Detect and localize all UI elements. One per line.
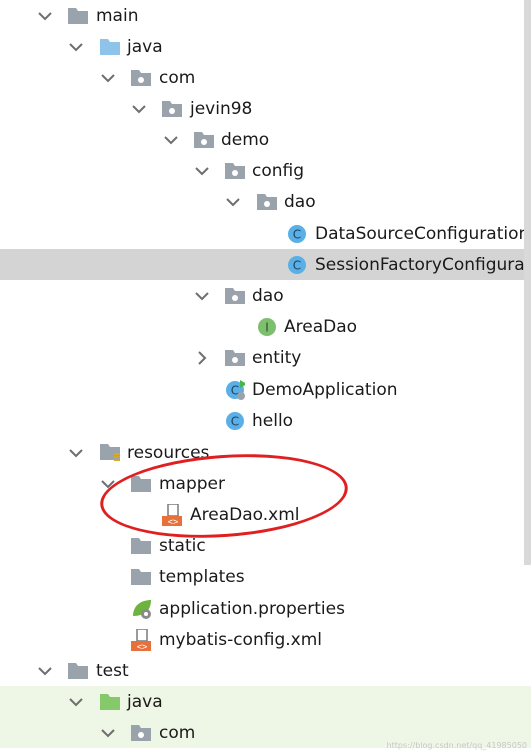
tree-node-config[interactable]: config [0,155,531,186]
tree-node-label: DemoApplication [252,379,398,400]
tree-node-sessionfactoryconfiguration[interactable]: C SessionFactoryConfigurati [0,249,531,280]
tree-node-datasourceconfiguration[interactable]: C DataSourceConfiguration [0,218,531,249]
chevron-down-icon[interactable] [224,193,242,211]
tree-node-test-java[interactable]: java [0,686,531,717]
tree-node-dao[interactable]: dao [0,280,531,311]
tree-node-label: java [127,36,163,57]
interface-icon: I [257,317,277,337]
chevron-down-icon[interactable] [99,724,117,742]
chevron-down-icon[interactable] [193,287,211,305]
tree-node-label: static [159,535,206,556]
svg-text:I: I [265,320,269,334]
tree-node-mybatis-config-xml[interactable]: <> mybatis-config.xml [0,624,531,655]
spring-boot-class-icon: C [225,379,245,400]
test-source-folder-icon [100,692,120,712]
chevron-down-icon[interactable] [67,444,85,462]
tree-node-label: AreaDao [284,316,358,337]
tree-node-label: templates [159,566,245,587]
folder-icon [68,6,88,26]
tree-node-label: main [96,5,139,26]
svg-text:<>: <> [137,642,148,651]
tree-node-label: mybatis-config.xml [159,629,322,650]
tree-node-static[interactable]: static [0,530,531,561]
spring-properties-icon [131,599,151,619]
tree-node-label: config [252,160,305,181]
class-icon: C [287,224,307,244]
package-icon [225,161,245,181]
chevron-down-icon[interactable] [67,693,85,711]
tree-node-config-dao[interactable]: dao [0,186,531,217]
chevron-down-icon[interactable] [99,69,117,87]
tree-node-label: dao [284,191,316,212]
resources-folder-icon [100,443,120,463]
tree-node-label: dao [252,285,284,306]
tree-node-hello[interactable]: C hello [0,405,531,436]
tree-node-demo[interactable]: demo [0,124,531,155]
chevron-down-icon[interactable] [36,662,54,680]
class-icon: C [225,411,245,431]
tree-node-label: DataSourceConfiguration [315,223,530,244]
svg-text:C: C [293,227,301,241]
tree-node-areadao[interactable]: I AreaDao [0,311,531,342]
package-icon [257,192,277,212]
package-icon [162,99,182,119]
package-icon [225,286,245,306]
chevron-down-icon[interactable] [130,100,148,118]
tree-node-label: com [159,67,196,88]
tree-node-test[interactable]: test [0,655,531,686]
chevron-right-icon[interactable] [193,349,211,367]
tree-node-entity[interactable]: entity [0,342,531,373]
chevron-down-icon[interactable] [162,131,180,149]
tree-node-label: hello [252,410,294,431]
vertical-scrollbar[interactable] [524,0,531,565]
folder-icon [68,661,88,681]
package-icon [131,723,151,743]
svg-text:C: C [231,414,239,428]
chevron-down-icon[interactable] [36,7,54,25]
tree-node-label: test [96,660,129,681]
chevron-down-icon[interactable] [193,162,211,180]
watermark: https://blog.csdn.net/qq_41985050 [386,741,527,750]
xml-file-icon: <> [131,628,151,651]
source-folder-icon [100,37,120,57]
tree-node-label: com [159,722,196,743]
tree-node-label: application.properties [159,598,345,619]
tree-node-main[interactable]: main [0,0,531,31]
package-icon [194,130,214,150]
folder-icon [131,567,151,587]
tree-node-label: jevin98 [190,98,253,119]
chevron-down-icon[interactable] [67,38,85,56]
package-icon [131,68,151,88]
project-tree: main java com jevin98 demo config dao C [0,0,531,752]
tree-node-demoapplication[interactable]: C DemoApplication [0,374,531,405]
tree-node-com[interactable]: com [0,62,531,93]
folder-icon [131,536,151,556]
tree-node-application-properties[interactable]: application.properties [0,593,531,624]
package-icon [225,348,245,368]
class-icon: C [287,255,307,275]
svg-text:C: C [293,258,301,272]
tree-node-java[interactable]: java [0,31,531,62]
tree-node-label: java [127,691,163,712]
tree-node-label: entity [252,347,302,368]
tree-node-jevin98[interactable]: jevin98 [0,93,531,124]
tree-node-label: SessionFactoryConfigurati [315,254,531,275]
tree-node-templates[interactable]: templates [0,561,531,592]
tree-node-label: demo [221,129,270,150]
